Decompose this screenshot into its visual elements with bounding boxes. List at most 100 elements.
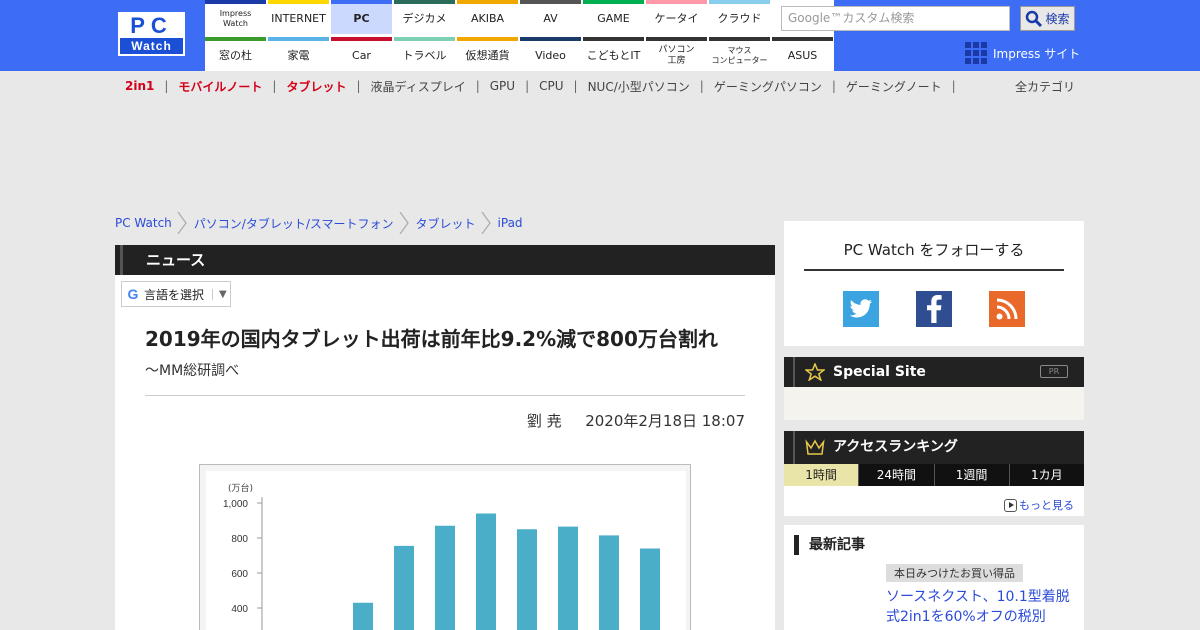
chevron-right-icon [399, 212, 409, 234]
chevron-right-icon [481, 212, 491, 234]
nav-nav_bottom-4[interactable]: 仮想通貨 [457, 37, 518, 71]
more-link[interactable]: もっと見る [1004, 497, 1074, 513]
nav-nav_bottom-0[interactable]: 窓の杜 [205, 37, 266, 71]
all-categories-link[interactable]: 全カテゴリ [1015, 78, 1075, 95]
article-title: 2019年の国内タブレット出荷は前年比9.2%減で800万台割れ [145, 327, 718, 351]
breadcrumb-item-0[interactable]: PC Watch [115, 216, 172, 230]
nav-nav_bottom-8[interactable]: マウス コンピューター [709, 37, 770, 71]
search-icon [1026, 10, 1043, 27]
chart-figure[interactable]: (万台) 1,000 800 600 400 [199, 464, 691, 630]
breadcrumb-item-2[interactable]: タブレット [416, 215, 476, 232]
rss-icon [996, 298, 1018, 320]
publish-date: 2020年2月18日 18:07 [585, 412, 745, 430]
nav-nav_bottom-1[interactable]: 家電 [268, 37, 329, 71]
special-site-heading: Special Site PR [784, 357, 1084, 387]
follow-box: PC Watch をフォローする [784, 221, 1084, 346]
nav-nav_bottom-2[interactable]: Car [331, 37, 392, 71]
chart-unit-label: (万台) [228, 482, 253, 494]
chart-bar-1 [394, 545, 414, 630]
nav-nav_top-7[interactable]: ケータイ [646, 0, 707, 34]
logo-pc-text: PC [120, 14, 183, 38]
ranking-body: もっと見る [784, 486, 1084, 516]
language-select-label: 言語を選択 [144, 287, 205, 302]
nav-nav_top-8[interactable]: クラウド [709, 0, 770, 34]
article-main: ニュース G 言語を選択 ▼ 2019年の国内タブレット出荷は前年比9.2%減で… [115, 245, 775, 630]
nav-nav_bottom-6[interactable]: こどもとIT [583, 37, 644, 71]
subnav-item-2[interactable]: タブレット [286, 78, 346, 95]
shipment-bar-chart: (万台) 1,000 800 600 400 [223, 482, 660, 630]
chart-bar-5 [558, 526, 578, 630]
heading-bar [793, 357, 795, 387]
chart-bar-2 [435, 525, 455, 630]
chevron-right-icon [177, 212, 187, 234]
ranking-tab-2[interactable]: 1週間 [933, 464, 1009, 486]
chart-bar-3 [476, 513, 496, 630]
ranking-tab-3[interactable]: 1カ月 [1008, 464, 1084, 486]
subnav-separator: | [831, 79, 836, 93]
chart-bar-4 [517, 529, 537, 630]
breadcrumb-item-1[interactable]: パソコン/タブレット/スマートフォン [194, 215, 394, 232]
divider [804, 269, 1064, 271]
language-select[interactable]: G 言語を選択 ▼ [121, 281, 231, 307]
article-subtitle: ～MM総研調べ [145, 363, 240, 379]
nav-nav_top-6[interactable]: GAME [583, 0, 644, 34]
star-icon [805, 363, 825, 381]
ranking-heading: アクセスランキング [784, 431, 1084, 464]
nav-nav_top-2[interactable]: PC [331, 0, 392, 34]
nav-nav_bottom-3[interactable]: トラベル [394, 37, 455, 71]
ranking-tab-1[interactable]: 24時間 [858, 464, 934, 486]
breadcrumb-item-3[interactable]: iPad [498, 216, 523, 230]
chevron-down-icon: ▼ [212, 288, 227, 300]
subnav-item-7[interactable]: ゲーミングパソコン [714, 78, 822, 95]
breadcrumb: PC Watch パソコン/タブレット/スマートフォン タブレット iPad [115, 212, 523, 234]
nav-nav_top-4[interactable]: AKIBA [457, 0, 518, 34]
ranking-title: アクセスランキング [833, 439, 958, 455]
subnav-item-0[interactable]: 2in1 [125, 79, 154, 93]
subnav-item-5[interactable]: CPU [539, 79, 563, 93]
subnav-separator: | [951, 79, 956, 93]
impress-site-link[interactable]: Impress サイト [965, 42, 1080, 64]
nav-nav_bottom-7[interactable]: パソコン 工房 [646, 37, 707, 71]
subnav-item-6[interactable]: NUC/小型パソコン [588, 78, 690, 95]
chart-y-tick-label: 1,000 [223, 499, 248, 510]
category-subnav: 2in1 | モバイルノート | タブレット | 液晶ディスプレイ | GPU | CPU | NUC/… [125, 78, 966, 94]
more-label: もっと見る [1019, 499, 1074, 512]
ranking-tab-0[interactable]: 1時間 [784, 464, 859, 486]
latest-article-link[interactable]: ソースネクスト、10.1型着脱式2in1を60%オフの税別 [886, 587, 1076, 627]
chart-bar-0 [353, 602, 373, 630]
nav-nav_bottom-5[interactable]: Video [520, 37, 581, 71]
nav-nav_top-0[interactable]: Impress Watch [205, 0, 266, 34]
search-button[interactable]: 検索 [1020, 6, 1075, 31]
subnav-separator: | [525, 79, 530, 93]
divider [145, 395, 745, 396]
nav-nav_top-1[interactable]: INTERNET [268, 0, 329, 34]
subnav-item-8[interactable]: ゲーミングノート [846, 78, 942, 95]
crown-icon [805, 439, 825, 455]
latest-title: 最新記事 [794, 535, 865, 555]
subnav-separator: | [164, 79, 169, 93]
special-site-title: Special Site [833, 364, 926, 380]
subnav-item-4[interactable]: GPU [490, 79, 515, 93]
rss-button[interactable] [989, 291, 1025, 327]
facebook-button[interactable] [916, 291, 952, 327]
search-input[interactable]: Google™カスタム検索 [781, 6, 1010, 31]
byline: 劉 尭 2020年2月18日 18:07 [527, 410, 745, 431]
subnav-separator: | [573, 79, 578, 93]
chart-y-tick-label: 800 [231, 534, 248, 545]
heading-bar [793, 431, 795, 464]
google-icon: G [127, 286, 139, 302]
nav-nav_top-5[interactable]: AV [520, 0, 581, 34]
subnav-separator: | [272, 79, 277, 93]
twitter-button[interactable] [843, 291, 879, 327]
subnav-separator: | [475, 79, 480, 93]
facebook-icon [927, 295, 942, 323]
chart-bar-7 [640, 548, 660, 630]
nav-nav_top-3[interactable]: デジカメ [394, 0, 455, 34]
chart-y-tick-label: 400 [231, 604, 248, 615]
nav-nav_bottom-9[interactable]: ASUS [772, 37, 833, 71]
subnav-item-1[interactable]: モバイルノート [178, 78, 262, 95]
chart-area: (万台) 1,000 800 600 400 [206, 471, 686, 630]
pc-watch-logo[interactable]: PC Watch [118, 12, 185, 56]
subnav-item-3[interactable]: 液晶ディスプレイ [371, 78, 466, 95]
latest-tag: 本日みつけたお買い得品 [886, 564, 1023, 582]
